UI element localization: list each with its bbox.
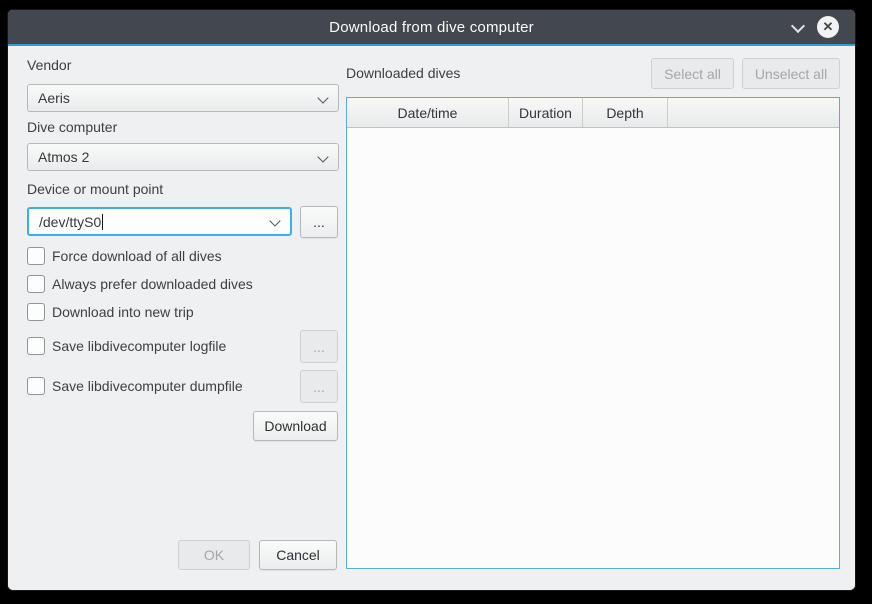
checkbox-row-prefer-downloaded: Always prefer downloaded dives: [27, 275, 253, 293]
checkbox-row-dumpfile: Save libdivecomputer dumpfile: [27, 377, 243, 395]
table-header-row: Date/time Duration Depth: [347, 98, 839, 128]
shade-chevron-down-icon[interactable]: [793, 21, 803, 31]
text-caret: [102, 214, 103, 230]
column-header-empty[interactable]: [668, 98, 839, 127]
checkbox-label[interactable]: Force download of all dives: [52, 248, 222, 264]
column-header-duration[interactable]: Duration: [509, 98, 583, 127]
downloaded-dives-table: Date/time Duration Depth: [346, 97, 840, 569]
device-value: /dev/ttyS0: [39, 214, 101, 230]
column-header-depth[interactable]: Depth: [583, 98, 668, 127]
checkbox-label[interactable]: Save libdivecomputer logfile: [52, 338, 226, 354]
vendor-select[interactable]: Aeris: [27, 84, 339, 112]
checkbox-row-logfile: Save libdivecomputer logfile: [27, 337, 226, 355]
logfile-browse-button[interactable]: ...: [300, 330, 338, 363]
dumpfile-browse-button[interactable]: ...: [300, 370, 338, 403]
chevron-down-icon: [319, 153, 328, 162]
checkbox-label[interactable]: Always prefer downloaded dives: [52, 276, 253, 292]
checkbox-label[interactable]: Download into new trip: [52, 304, 194, 320]
save-logfile-checkbox[interactable]: [27, 337, 45, 355]
titlebar: Download from dive computer ✕: [8, 10, 855, 44]
download-button[interactable]: Download: [253, 411, 338, 441]
column-header-datetime[interactable]: Date/time: [347, 98, 509, 127]
cancel-button[interactable]: Cancel: [259, 540, 337, 570]
force-download-checkbox[interactable]: [27, 247, 45, 265]
device-input[interactable]: /dev/ttyS0: [27, 207, 292, 236]
prefer-downloaded-checkbox[interactable]: [27, 275, 45, 293]
dive-computer-select[interactable]: Atmos 2: [27, 143, 339, 171]
save-dumpfile-checkbox[interactable]: [27, 377, 45, 395]
dives-list-viewport[interactable]: [347, 128, 839, 568]
vendor-label: Vendor: [27, 57, 71, 73]
dive-computer-label: Dive computer: [27, 119, 117, 135]
vendor-value: Aeris: [38, 90, 70, 106]
checkbox-label[interactable]: Save libdivecomputer dumpfile: [52, 378, 243, 394]
dialog-content: Vendor Aeris Dive computer Atmos 2 Devic…: [8, 46, 855, 590]
chevron-down-icon: [319, 94, 328, 103]
downloaded-dives-label: Downloaded dives: [346, 65, 460, 81]
checkbox-row-new-trip: Download into new trip: [27, 303, 194, 321]
new-trip-checkbox[interactable]: [27, 303, 45, 321]
ok-button[interactable]: OK: [178, 540, 250, 570]
window-title: Download from dive computer: [329, 19, 534, 36]
select-all-button[interactable]: Select all: [651, 58, 734, 89]
chevron-down-icon: [271, 217, 280, 226]
checkbox-row-force-download: Force download of all dives: [27, 247, 222, 265]
unselect-all-button[interactable]: Unselect all: [742, 58, 840, 89]
device-browse-button[interactable]: ...: [300, 206, 338, 238]
close-icon[interactable]: ✕: [817, 16, 839, 38]
download-dialog: Download from dive computer ✕ Vendor Aer…: [8, 10, 855, 590]
dive-computer-value: Atmos 2: [38, 149, 89, 165]
device-label: Device or mount point: [27, 181, 163, 197]
